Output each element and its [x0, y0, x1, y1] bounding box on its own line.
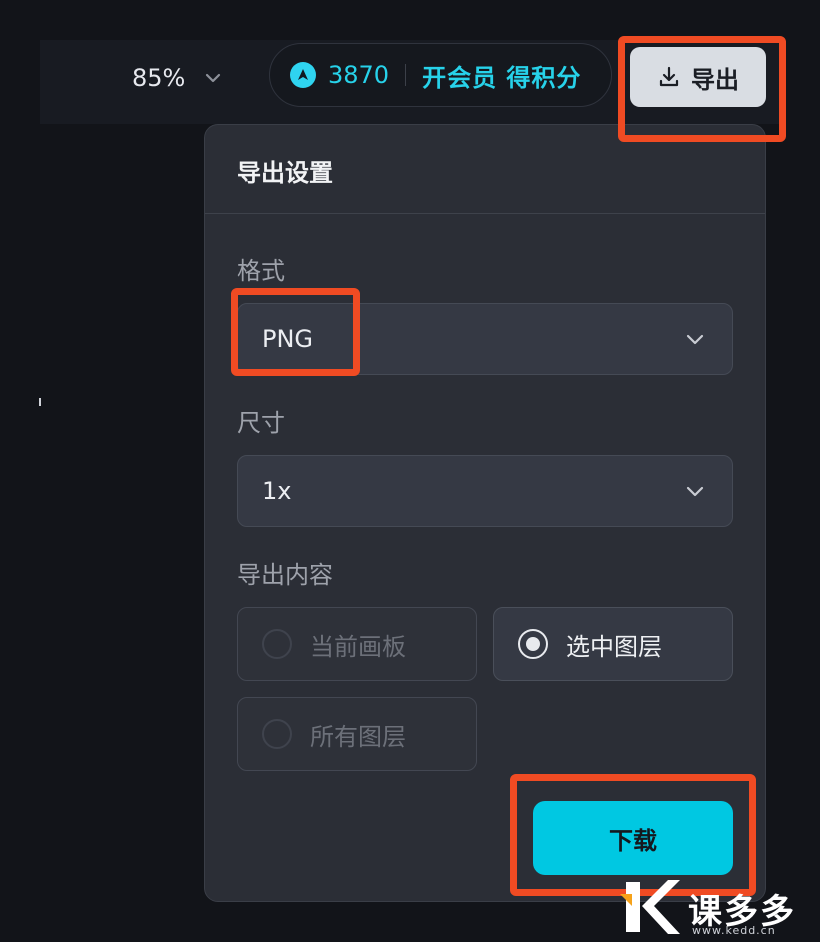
size-label: 尺寸: [237, 409, 285, 437]
canvas-marker: [39, 398, 41, 406]
size-select[interactable]: 1x: [237, 455, 733, 527]
brand-logo-icon: [620, 880, 680, 934]
points-balance: 3870: [328, 61, 390, 89]
radio-button: [262, 629, 292, 659]
watermark-url: www.kedd.cn: [692, 924, 776, 937]
size-value: 1x: [262, 477, 292, 505]
option-label: 选中图层: [566, 632, 662, 661]
highlight-export-button: [618, 36, 786, 142]
option-all-layers[interactable]: 所有图层: [237, 697, 477, 771]
content-label: 导出内容: [237, 561, 333, 589]
zoom-dropdown[interactable]: 85%: [132, 58, 223, 98]
option-selected-layers[interactable]: 选中图层: [493, 607, 733, 681]
watermark: 课多多 www.kedd.cn: [618, 876, 818, 938]
radio-button: [262, 719, 292, 749]
option-label: 当前画板: [310, 632, 406, 661]
chevron-down-icon: [203, 68, 223, 88]
membership-link[interactable]: 开会员 得积分: [422, 58, 581, 93]
chevron-down-icon: [684, 328, 706, 350]
chevron-down-icon: [684, 480, 706, 502]
points-pill[interactable]: 3870 开会员 得积分: [269, 43, 612, 107]
divider: [405, 64, 407, 86]
highlight-format-value: [231, 288, 360, 376]
panel-divider: [205, 213, 765, 214]
points-icon: [290, 62, 316, 88]
app-screen: 85% 3870 开会员 得积分 导出 导出设置 格式 PNG 尺寸 1x 导出…: [0, 0, 820, 942]
radio-button-checked: [518, 629, 548, 659]
format-label: 格式: [237, 257, 285, 285]
panel-title: 导出设置: [237, 159, 333, 187]
option-label: 所有图层: [310, 722, 406, 751]
option-current-artboard[interactable]: 当前画板: [237, 607, 477, 681]
zoom-value: 85%: [132, 64, 186, 92]
